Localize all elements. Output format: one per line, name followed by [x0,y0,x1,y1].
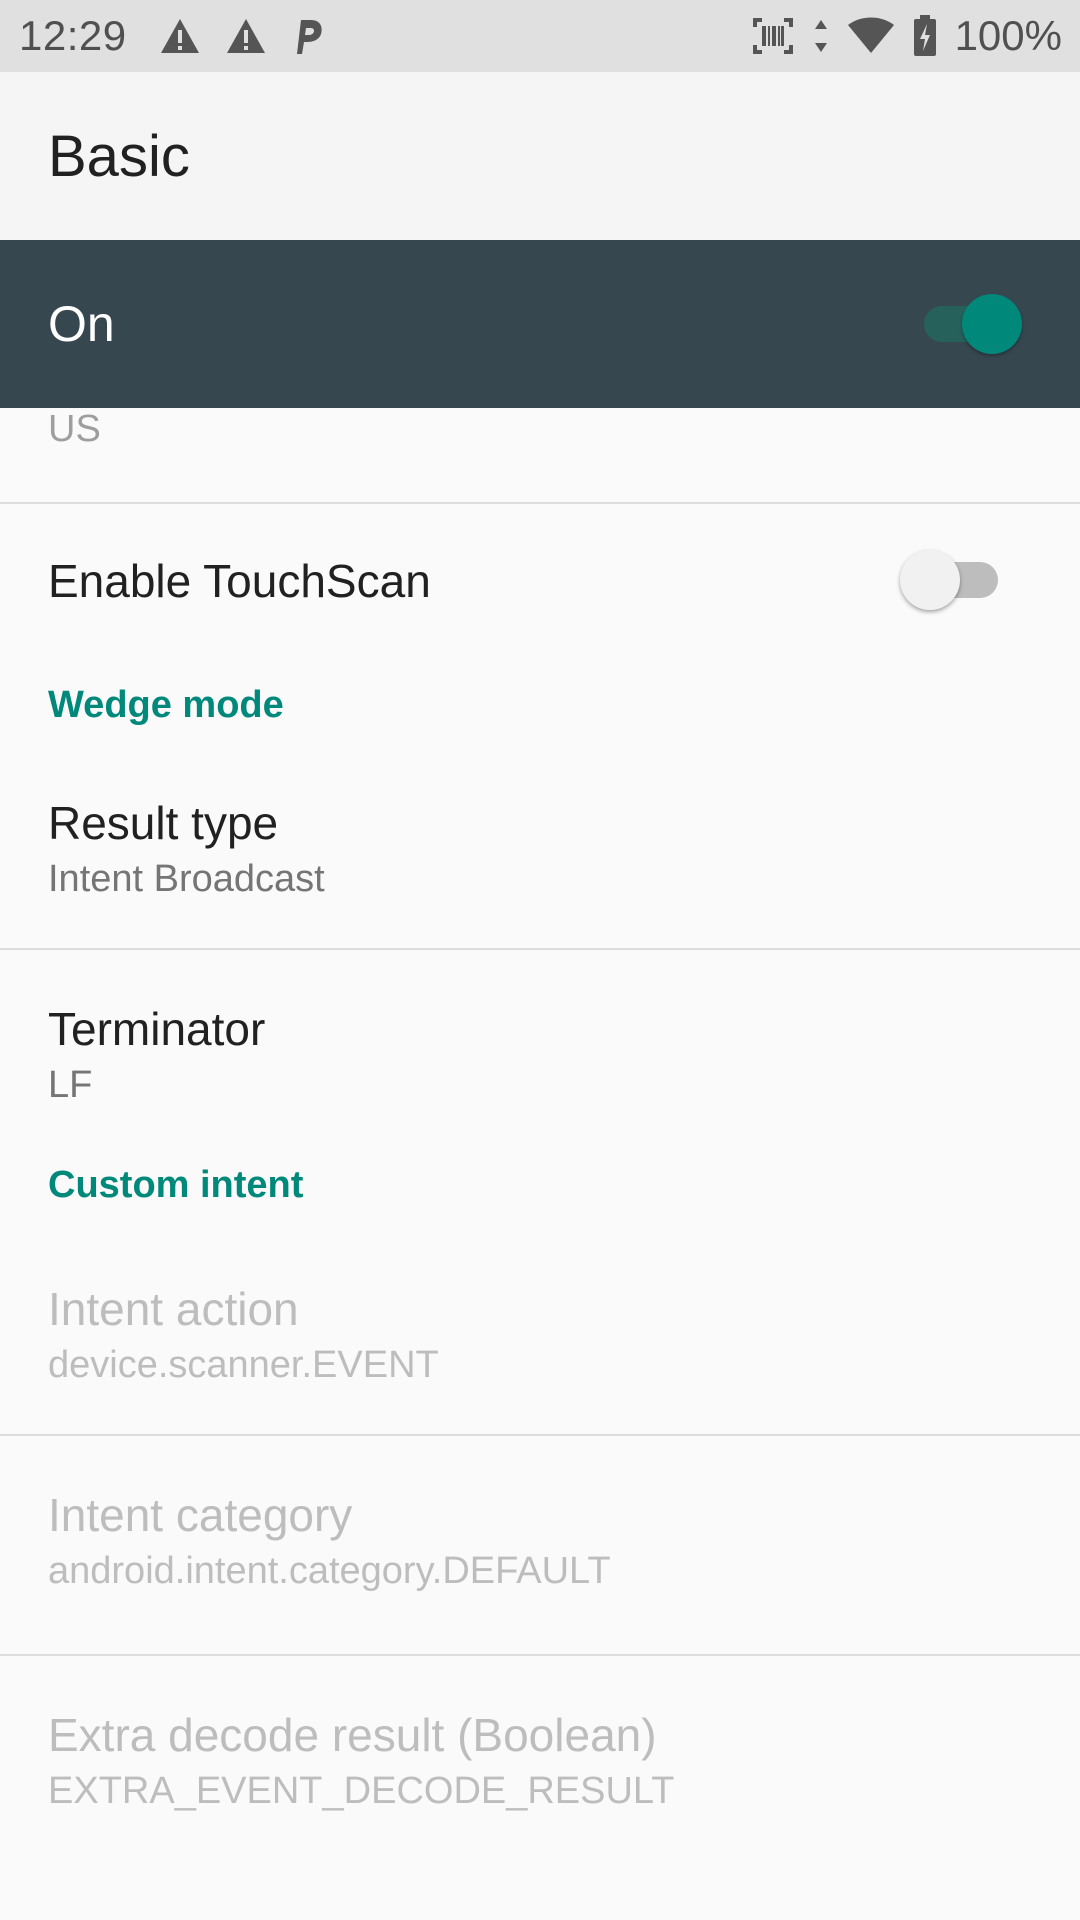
touchscan-preference[interactable]: Enable TouchScan [0,504,1080,662]
settings-screen: 12:29 100% Basic On US Enable TouchScan … [0,0,1080,1920]
category-header: Custom intent [48,1164,304,1206]
master-switch-label: On [48,296,115,352]
notification-icons [159,16,325,56]
switch-thumb [900,550,960,610]
extra-decode-result-summary: EXTRA_EVENT_DECODE_RESULT [48,1770,675,1812]
custom-intent-category: Custom intent [0,1146,1080,1250]
terminator-summary: LF [48,1064,93,1106]
intent-category-summary: android.intent.category.DEFAULT [48,1550,611,1592]
warning-icon [225,17,267,55]
intent-action-title: Intent action [48,1283,299,1335]
wedge-mode-category: Wedge mode [0,662,1080,766]
battery-percentage: 100% [954,12,1062,59]
intent-action-preference[interactable]: Intent action device.scanner.EVENT [0,1250,1080,1434]
preferences-list: US Enable TouchScan Wedge mode Result ty… [0,408,1080,1812]
result-type-summary: Intent Broadcast [48,858,325,900]
master-switch-bar[interactable]: On [0,240,1080,408]
wifi-icon [847,17,895,55]
parking-icon [291,16,325,56]
touchscan-label: Enable TouchScan [48,555,431,607]
barcode-scanner-icon [751,16,795,56]
battery-charging-icon [913,15,937,57]
intent-category-title: Intent category [48,1489,353,1541]
app-toolbar: Basic [0,72,1080,240]
system-icons: 100% [751,0,1062,72]
status-bar: 12:29 100% [0,0,1080,72]
switch-thumb [962,294,1022,354]
master-toggle-switch[interactable] [912,294,1022,354]
data-arrows-icon [813,18,829,54]
extra-decode-result-preference[interactable]: Extra decode result (Boolean) EXTRA_EVEN… [0,1656,1080,1812]
result-type-preference[interactable]: Result type Intent Broadcast [0,766,1080,948]
result-type-title: Result type [48,797,279,849]
intent-action-summary: device.scanner.EVENT [48,1344,439,1386]
touchscan-toggle-switch[interactable] [900,550,1010,610]
terminator-preference[interactable]: Terminator LF [0,950,1080,1146]
status-time: 12:29 [19,12,127,59]
terminator-title: Terminator [48,1003,266,1055]
page-title: Basic [48,123,190,189]
extra-decode-result-title: Extra decode result (Boolean) [48,1709,657,1761]
warning-icon [159,17,201,55]
region-preference[interactable]: US [0,408,1080,502]
intent-category-preference[interactable]: Intent category android.intent.category.… [0,1436,1080,1654]
region-summary: US [48,408,101,450]
category-header: Wedge mode [48,684,284,726]
